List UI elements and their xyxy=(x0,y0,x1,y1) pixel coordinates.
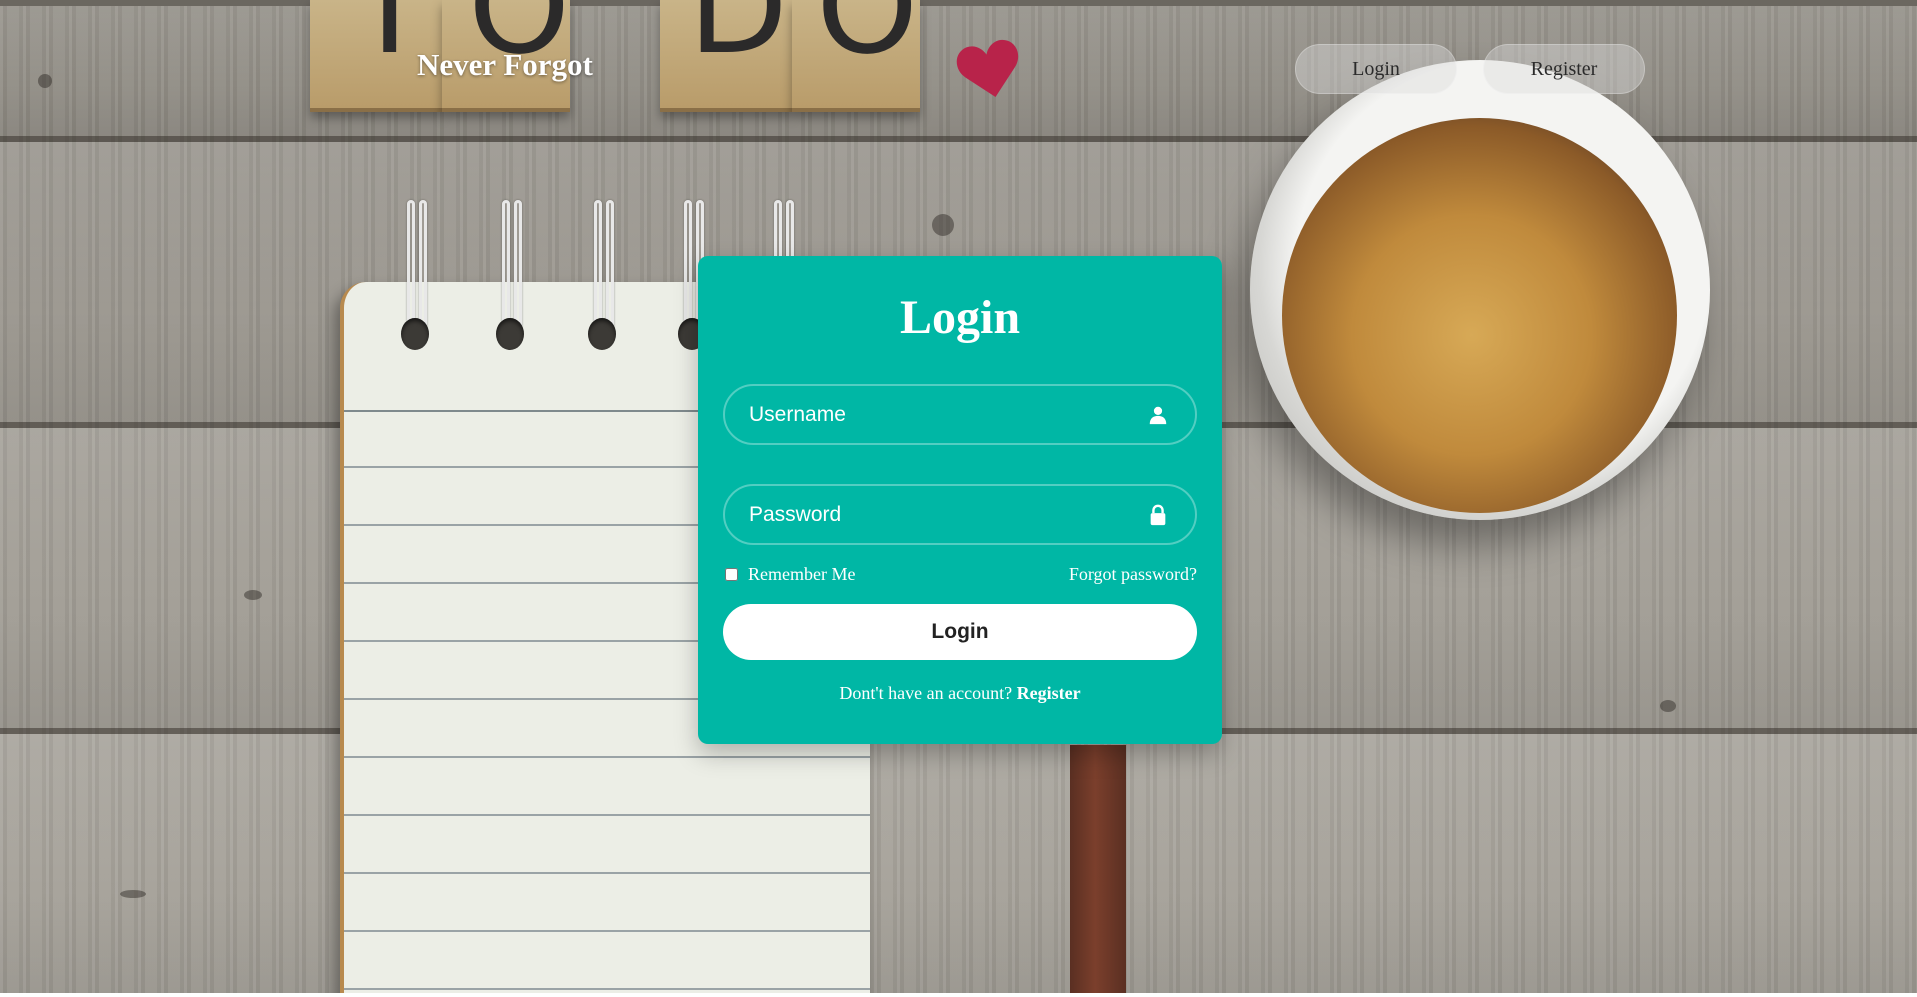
login-card: Login Remember Me Forgot password? Login… xyxy=(698,256,1222,744)
tile-letter: D xyxy=(688,0,789,83)
user-icon xyxy=(1147,404,1169,426)
remember-me-label: Remember Me xyxy=(748,564,856,584)
register-link[interactable]: Register xyxy=(1017,683,1081,703)
heart-icon xyxy=(955,36,1025,106)
wood-knot xyxy=(120,890,146,898)
spiral-ring xyxy=(490,200,534,350)
signup-prompt: Dont't have an account? Register xyxy=(698,683,1222,704)
username-input[interactable] xyxy=(725,386,1195,443)
tile-letter: O xyxy=(816,0,919,83)
username-field xyxy=(723,384,1197,445)
login-title: Login xyxy=(899,291,1021,344)
bottom-edge xyxy=(0,993,1917,997)
nav-register-button[interactable]: Register xyxy=(1483,44,1645,94)
letter-tile: O xyxy=(792,0,920,112)
plank xyxy=(0,734,1917,993)
letter-tile: D xyxy=(660,0,792,112)
coffee-mug xyxy=(1250,60,1844,559)
brand-logo[interactable]: Never Forgot xyxy=(417,47,593,83)
pencil xyxy=(1070,745,1126,993)
wood-knot xyxy=(932,214,954,236)
coffee xyxy=(1282,118,1677,513)
wood-knot xyxy=(38,74,52,88)
remember-me-checkbox[interactable] xyxy=(725,568,738,581)
forgot-password-link[interactable]: Forgot password? xyxy=(1069,564,1197,585)
login-submit-button[interactable]: Login xyxy=(723,604,1197,660)
password-field xyxy=(723,484,1197,545)
wood-knot xyxy=(244,590,262,600)
signup-prompt-text: Dont't have an account? xyxy=(839,683,1013,703)
spiral-ring xyxy=(395,200,439,350)
spiral-ring xyxy=(582,200,626,350)
wood-knot xyxy=(1660,700,1676,712)
password-input[interactable] xyxy=(725,486,1195,543)
nav-login-button[interactable]: Login xyxy=(1295,44,1457,94)
lock-icon xyxy=(1147,504,1169,526)
remember-me[interactable]: Remember Me xyxy=(723,564,855,585)
